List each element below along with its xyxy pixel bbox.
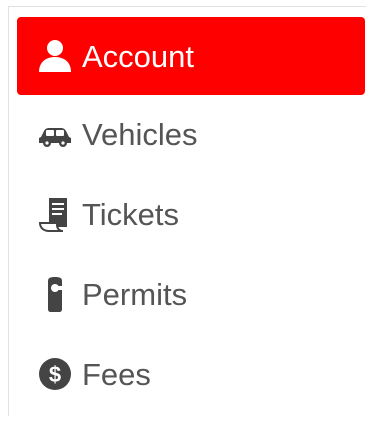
nav-item-fees[interactable]: $ Fees [17, 336, 366, 412]
nav-left-border [8, 6, 9, 416]
nav-item-label: Account [82, 38, 195, 74]
ticket-receipt-icon [36, 195, 74, 233]
account-side-nav: Account Vehicles Tickets Permits $ Fees [0, 0, 366, 421]
nav-item-label: Vehicles [82, 116, 198, 152]
door-hanger-icon [36, 275, 74, 313]
nav-item-label: Permits [82, 276, 188, 312]
user-icon [36, 37, 74, 75]
nav-item-label: Tickets [82, 196, 180, 232]
nav-item-vehicles[interactable]: Vehicles [17, 96, 366, 172]
nav-item-label: Fees [82, 356, 151, 392]
nav-item-tickets[interactable]: Tickets [17, 176, 366, 252]
svg-text:$: $ [49, 362, 61, 387]
nav-item-permits[interactable]: Permits [17, 256, 366, 332]
dollar-circle-icon: $ [36, 355, 74, 393]
car-icon [36, 115, 74, 153]
nav-item-account[interactable]: Account [17, 17, 365, 95]
nav-top-border [8, 6, 366, 7]
